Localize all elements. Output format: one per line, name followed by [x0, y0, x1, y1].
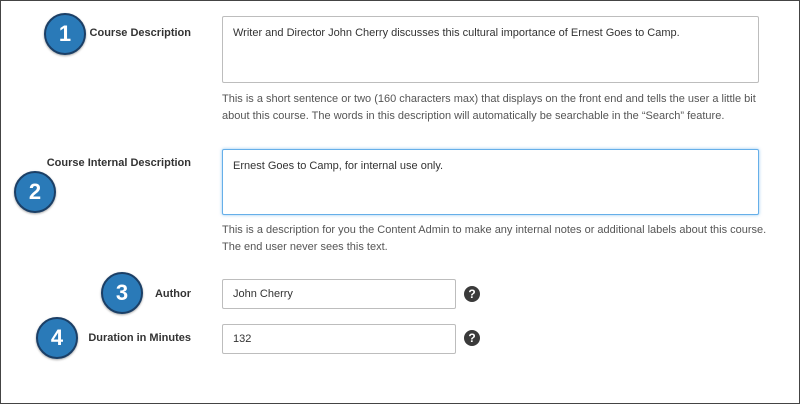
internal-description-help-line2: The end user never sees this text.: [222, 241, 388, 253]
author-label: Author: [154, 288, 191, 300]
author-input[interactable]: John Cherry: [222, 279, 456, 309]
internal-description-help-line1: This is a description for you the Conten…: [222, 224, 767, 236]
course-description-help-line1: This is a short sentence or two (160 cha…: [222, 93, 756, 105]
duration-help-icon[interactable]: ?: [464, 330, 480, 346]
internal-description-help: This is a description for you the Conten…: [222, 222, 792, 256]
internal-description-label: Course Internal Description: [46, 157, 191, 169]
course-description-field[interactable]: Writer and Director John Cherry discusse…: [222, 16, 759, 83]
course-description-help: This is a short sentence or two (160 cha…: [222, 91, 792, 125]
internal-description-field[interactable]: Ernest Goes to Camp, for internal use on…: [222, 149, 759, 215]
author-help-icon[interactable]: ?: [464, 286, 480, 302]
step-badge-2: 2: [14, 171, 56, 213]
course-description-label: Course Description: [89, 27, 191, 39]
duration-label: Duration in Minutes: [88, 332, 191, 344]
course-description-help-line2: about this course. The words in this des…: [222, 110, 725, 122]
duration-input[interactable]: 132: [222, 324, 456, 354]
form-frame: 1 Course Description Writer and Director…: [0, 0, 800, 404]
